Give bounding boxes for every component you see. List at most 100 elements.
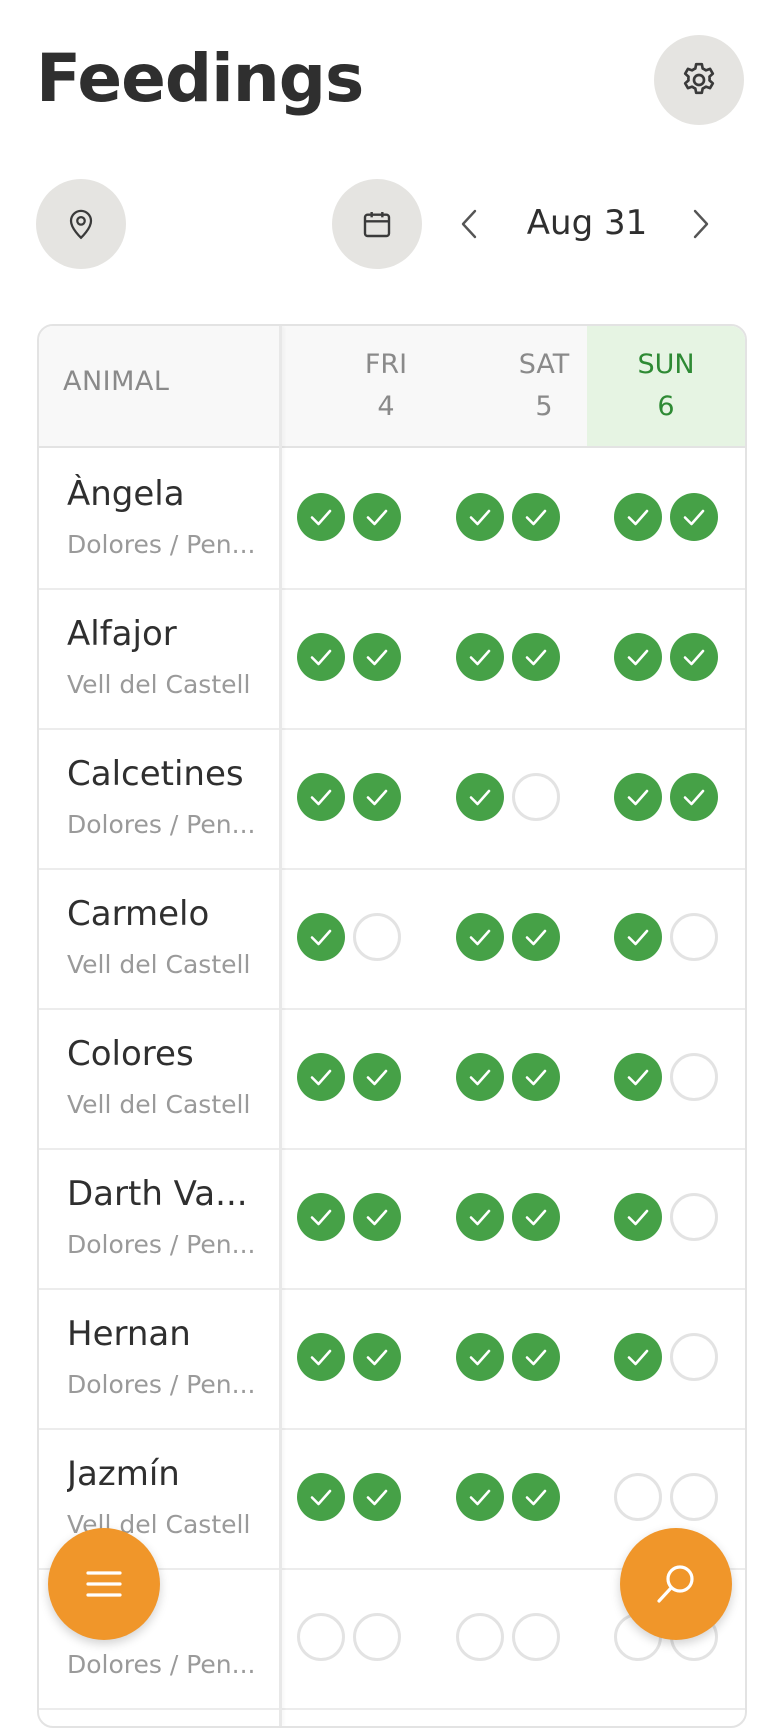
feeding-done-toggle[interactable] — [670, 493, 718, 541]
feeding-done-toggle[interactable] — [297, 493, 345, 541]
feeding-pending-toggle[interactable] — [670, 1333, 718, 1381]
feeding-done-toggle[interactable] — [297, 1333, 345, 1381]
table-row[interactable]: Hernan Dolores / Pen... — [39, 1288, 745, 1430]
column-divider — [279, 326, 282, 1726]
feeding-pending-toggle[interactable] — [670, 1053, 718, 1101]
feeding-pending-toggle[interactable] — [512, 1613, 560, 1661]
check-icon — [366, 649, 388, 666]
table-row[interactable]: Àngela Dolores / Pen... — [39, 448, 745, 590]
check-icon — [366, 509, 388, 526]
weekday-label: SUN — [637, 349, 695, 380]
feeding-done-toggle[interactable] — [614, 1333, 662, 1381]
check-icon — [525, 1069, 547, 1086]
feeding-done-toggle[interactable] — [353, 1193, 401, 1241]
day-header-fri[interactable]: FRI 4 — [307, 326, 465, 446]
feeding-done-toggle[interactable] — [614, 633, 662, 681]
feeding-pending-toggle[interactable] — [670, 1193, 718, 1241]
feeding-done-toggle[interactable] — [353, 773, 401, 821]
feeding-done-toggle[interactable] — [614, 773, 662, 821]
feeding-done-toggle[interactable] — [456, 913, 504, 961]
feeding-done-toggle[interactable] — [353, 493, 401, 541]
previous-date-button[interactable] — [450, 200, 490, 248]
feeding-done-toggle[interactable] — [353, 1053, 401, 1101]
check-icon — [627, 649, 649, 666]
feeding-done-toggle[interactable] — [456, 1053, 504, 1101]
table-row[interactable]: Colores Vell del Castell — [39, 1008, 745, 1150]
hamburger-menu-icon — [86, 1571, 122, 1597]
feeding-done-toggle[interactable] — [670, 773, 718, 821]
feedings-table: ANIMAL FRI 4 SAT 5 SUN 6 Àngela Dolores /… — [37, 324, 747, 1728]
feeding-done-toggle[interactable] — [297, 1193, 345, 1241]
feeding-done-toggle[interactable] — [614, 1193, 662, 1241]
feeding-done-toggle[interactable] — [353, 633, 401, 681]
feeding-pending-toggle[interactable] — [456, 1613, 504, 1661]
feeding-done-toggle[interactable] — [456, 1473, 504, 1521]
feeding-pending-toggle[interactable] — [297, 1613, 345, 1661]
feeding-done-toggle[interactable] — [512, 633, 560, 681]
feeding-done-toggle[interactable] — [512, 1053, 560, 1101]
feeding-done-toggle[interactable] — [456, 773, 504, 821]
animal-location: Dolores / Pen... — [67, 530, 256, 559]
animal-name: Jazmín — [67, 1454, 180, 1494]
feeding-pending-toggle[interactable] — [353, 913, 401, 961]
calendar-button[interactable] — [332, 179, 422, 269]
table-row[interactable]: Alfajor Vell del Castell — [39, 588, 745, 730]
animal-name: Calcetines — [67, 754, 244, 794]
feeding-done-toggle[interactable] — [456, 493, 504, 541]
check-icon — [310, 1489, 332, 1506]
table-row[interactable]: Calcetines Dolores / Pen... — [39, 728, 745, 870]
check-icon — [310, 1209, 332, 1226]
check-icon — [627, 929, 649, 946]
feeding-done-toggle[interactable] — [456, 1333, 504, 1381]
feeding-done-toggle[interactable] — [670, 633, 718, 681]
feeding-done-toggle[interactable] — [297, 773, 345, 821]
day-header-sun[interactable]: SUN 6 — [587, 326, 745, 446]
feeding-done-toggle[interactable] — [512, 1333, 560, 1381]
feeding-pending-toggle[interactable] — [614, 1473, 662, 1521]
check-icon — [366, 1069, 388, 1086]
check-icon — [310, 929, 332, 946]
feeding-done-toggle[interactable] — [456, 633, 504, 681]
animal-name: Darth Va... — [67, 1174, 248, 1214]
feeding-done-toggle[interactable] — [297, 633, 345, 681]
feeding-done-toggle[interactable] — [353, 1333, 401, 1381]
check-icon — [469, 929, 491, 946]
feeding-done-toggle[interactable] — [512, 913, 560, 961]
current-date-label[interactable]: Aug 31 — [520, 203, 654, 243]
feeding-done-toggle[interactable] — [353, 1473, 401, 1521]
check-icon — [525, 649, 547, 666]
feeding-pending-toggle[interactable] — [353, 1613, 401, 1661]
check-icon — [627, 789, 649, 806]
feeding-done-toggle[interactable] — [614, 493, 662, 541]
animal-location: Dolores / Pen... — [67, 1650, 256, 1679]
menu-button[interactable] — [48, 1528, 160, 1640]
feeding-done-toggle[interactable] — [297, 1053, 345, 1101]
feeding-done-toggle[interactable] — [512, 1193, 560, 1241]
feeding-done-toggle[interactable] — [297, 913, 345, 961]
table-row[interactable]: Darth Va... Dolores / Pen... — [39, 1148, 745, 1290]
search-icon — [657, 1565, 694, 1603]
feeding-done-toggle[interactable] — [614, 913, 662, 961]
feeding-pending-toggle[interactable] — [670, 1473, 718, 1521]
feeding-done-toggle[interactable] — [512, 493, 560, 541]
feeding-done-toggle[interactable] — [614, 1053, 662, 1101]
feeding-pending-toggle[interactable] — [512, 773, 560, 821]
feeding-done-toggle[interactable] — [512, 1473, 560, 1521]
animal-location: Vell del Castell — [67, 1090, 251, 1119]
check-icon — [469, 1489, 491, 1506]
settings-button[interactable] — [654, 35, 744, 125]
next-date-button[interactable] — [680, 200, 720, 248]
feeding-done-toggle[interactable] — [297, 1473, 345, 1521]
location-filter-button[interactable] — [36, 179, 126, 269]
search-button[interactable] — [620, 1528, 732, 1640]
table-row[interactable]: Carmelo Vell del Castell — [39, 868, 745, 1010]
check-icon — [310, 509, 332, 526]
check-icon — [627, 509, 649, 526]
feeding-pending-toggle[interactable] — [670, 913, 718, 961]
chevron-left-icon — [461, 209, 477, 239]
feeding-done-toggle[interactable] — [456, 1193, 504, 1241]
animal-name: Hernan — [67, 1314, 191, 1354]
map-pin-icon — [69, 209, 93, 240]
animal-location: Vell del Castell — [67, 950, 251, 979]
animal-name: Alfajor — [67, 614, 177, 654]
